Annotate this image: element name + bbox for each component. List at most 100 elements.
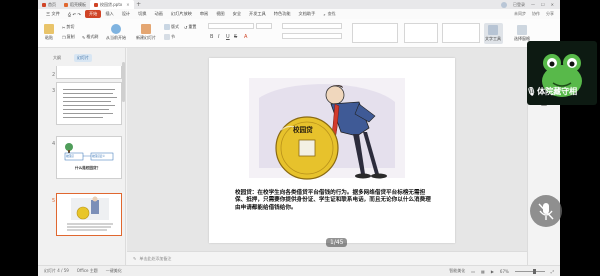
thumbnail-scrollbar[interactable] <box>122 62 125 102</box>
mic-toggle-button[interactable] <box>530 195 562 227</box>
sorter-view-icon[interactable]: ▦ <box>481 269 485 274</box>
reset-button[interactable]: ↺ 重置 <box>184 24 196 30</box>
maximize-icon[interactable]: ☐ <box>541 2 545 7</box>
file-menu[interactable]: 三 文件 <box>42 10 64 18</box>
font-name-field[interactable] <box>208 23 254 29</box>
font-color-button[interactable]: A <box>244 34 247 40</box>
search-label: 查找 <box>327 11 336 16</box>
participant-label: 体院藏守相 <box>537 87 578 96</box>
tab-slides[interactable]: 幻灯片 <box>74 54 92 62</box>
italic-button[interactable]: I <box>218 34 219 40</box>
wps-window: 首页 稻壳模板 校园贷.pptx ✕ + 已登录 — ☐ ✕ 三 文件 ⎙ ↶ … <box>38 0 560 276</box>
copy-button[interactable]: ❐ 复制 <box>62 34 75 40</box>
section-icon <box>164 34 170 40</box>
status-right: 智能美化 ▭ ▦ ▶ 67% ⤢ <box>449 268 560 274</box>
share-button[interactable]: 分享 <box>546 11 554 17</box>
minimize-icon[interactable]: — <box>531 2 535 7</box>
new-slide-button[interactable]: 新建幻灯片 <box>136 24 156 41</box>
notes-area[interactable]: ✎ 单击此处添加备注 <box>127 251 527 265</box>
menu-item-features[interactable]: 特色功能 <box>270 10 295 18</box>
underline-button[interactable]: U <box>226 34 230 40</box>
selection-pane-button[interactable]: 选择窗格 <box>514 25 530 42</box>
bold-button[interactable]: B <box>210 34 213 40</box>
menu-item-slideshow[interactable]: 幻灯片放映 <box>167 10 196 18</box>
new-tab-button[interactable]: + <box>134 1 144 8</box>
smart-beautify-button[interactable]: 智能美化 <box>449 268 465 274</box>
paste-button[interactable]: 粘贴 <box>44 24 54 41</box>
new-slide-label: 新建幻灯片 <box>136 35 156 40</box>
paragraph-tools[interactable] <box>282 23 342 29</box>
thumb-subtitle: 校园贷定义 <box>92 155 105 158</box>
alignment-tools[interactable] <box>282 33 342 39</box>
slide-canvas[interactable]: 校园贷 校园贷：在校学生向各类借贷平台借钱的行为。据多网络借贷平台标榜无需担保、… <box>127 48 527 265</box>
user-status: 已登录 <box>513 1 526 7</box>
thumbnail-slide-2[interactable] <box>56 66 122 79</box>
collaborate-button[interactable]: 协作 <box>532 11 540 17</box>
menu-item-transitions[interactable]: 切换 <box>134 10 150 18</box>
layout-button[interactable]: 版式 <box>164 24 179 30</box>
page-indicator: 1/45 <box>326 238 348 247</box>
sync-status[interactable]: 未同步 <box>514 11 526 17</box>
format-painter-label: 格式刷 <box>86 34 99 39</box>
tab-label: 稻壳模板 <box>70 1 86 7</box>
template-icon <box>64 2 68 7</box>
thumb-text-line <box>63 101 111 102</box>
slide[interactable]: 校园贷 校园贷：在校学生向各类借贷平台借钱的行为。据多网络借贷平台标榜无需担保、… <box>209 58 455 243</box>
menu-item-home[interactable]: 开始 <box>84 10 102 18</box>
participant-name: 🎙 体院藏守相 <box>526 86 600 97</box>
normal-view-icon[interactable]: ▭ <box>471 269 475 274</box>
tab-templates[interactable]: 稻壳模板 <box>60 0 90 9</box>
avatar[interactable] <box>501 1 508 8</box>
from-current-button[interactable]: 从当前开始 <box>106 24 126 41</box>
menu-item-design[interactable]: 设计 <box>118 10 134 18</box>
menu-item-assistant[interactable]: 文档助手 <box>295 10 320 18</box>
tab-outline[interactable]: 大纲 <box>50 54 64 62</box>
thumb-text-line <box>63 105 115 106</box>
section-button[interactable]: 节 <box>164 34 175 40</box>
slide-illustration[interactable] <box>209 58 455 243</box>
tab-document[interactable]: 校园贷.pptx ✕ <box>90 0 134 9</box>
thumbnail-slide-current[interactable] <box>56 193 122 236</box>
status-bar: 幻灯片 4 / 59 Office 主题 一键美化 智能美化 ▭ ▦ ▶ 67%… <box>38 265 560 276</box>
font-size-field[interactable] <box>256 23 272 29</box>
strike-button[interactable]: S <box>234 34 237 40</box>
menu-item-security[interactable]: 安全 <box>229 10 245 18</box>
toolbar-quick-icons[interactable]: ⎙ ↶ ↷ <box>64 11 85 18</box>
copy-icon: ❐ <box>62 34 66 40</box>
mic-off-icon <box>538 203 554 220</box>
menu-item-animation[interactable]: 动画 <box>151 10 167 18</box>
menu-bar: 三 文件 ⎙ ↶ ↷ 开始 插入 设计 切换 动画 幻灯片放映 审阅 视图 安全… <box>38 9 560 19</box>
format-painter-button[interactable]: ✎ 格式刷 <box>82 34 98 40</box>
menu-item-view[interactable]: 视图 <box>212 10 228 18</box>
fit-icon[interactable]: ⤢ <box>551 269 554 274</box>
beautify-button[interactable]: 一键美化 <box>106 268 122 274</box>
coin-label: 校园贷 <box>293 126 313 134</box>
thumb-title: 什么是校园贷？ <box>75 166 101 170</box>
selection-pane-icon <box>517 25 527 35</box>
screen: 首页 稻壳模板 校园贷.pptx ✕ + 已登录 — ☐ ✕ 三 文件 ⎙ ↶ … <box>0 0 600 276</box>
play-slideshow-icon[interactable]: ▶ <box>491 269 494 274</box>
thumbnail-slide-3[interactable] <box>56 82 122 125</box>
zoom-level[interactable]: 67% <box>500 269 509 274</box>
from-current-label: 从当前开始 <box>106 35 126 40</box>
tab-home[interactable]: 首页 <box>38 0 60 9</box>
text-tool-button[interactable]: 文字工具 <box>485 25 501 42</box>
ppt-file-icon <box>94 2 98 7</box>
thumb-label: 校园贷 <box>66 155 74 158</box>
quick-styles[interactable] <box>442 23 480 43</box>
zoom-slider[interactable] <box>514 268 545 274</box>
search-icon: ⌕ <box>323 11 326 17</box>
arrange-tools[interactable] <box>404 23 438 43</box>
close-icon[interactable]: ✕ <box>551 2 554 7</box>
slide-caption[interactable]: 校园贷：在校学生向各类借贷平台借钱的行为。据多网络借贷平台标榜无需担保、抵押，只… <box>235 190 435 212</box>
close-tab-icon[interactable]: ✕ <box>126 2 129 7</box>
thumbnail-slide-4[interactable]: 校园贷 校园贷定义 什么是校园贷？ <box>56 136 122 179</box>
menu-item-review[interactable]: 审阅 <box>196 10 212 18</box>
menu-item-developer[interactable]: 开发工具 <box>245 10 270 18</box>
shapes-gallery[interactable] <box>352 23 398 43</box>
menu-item-insert[interactable]: 插入 <box>101 10 117 18</box>
search-box[interactable]: ⌕ 查找 <box>323 11 335 17</box>
thumb-number: 3 <box>52 88 56 94</box>
ribbon: 粘贴 ✂ 剪切 ❐ 复制 ✎ 格式刷 从当前开始 新建幻灯片 版式 节 ↺ 重置… <box>38 19 560 48</box>
cut-button[interactable]: ✂ 剪切 <box>62 24 74 30</box>
